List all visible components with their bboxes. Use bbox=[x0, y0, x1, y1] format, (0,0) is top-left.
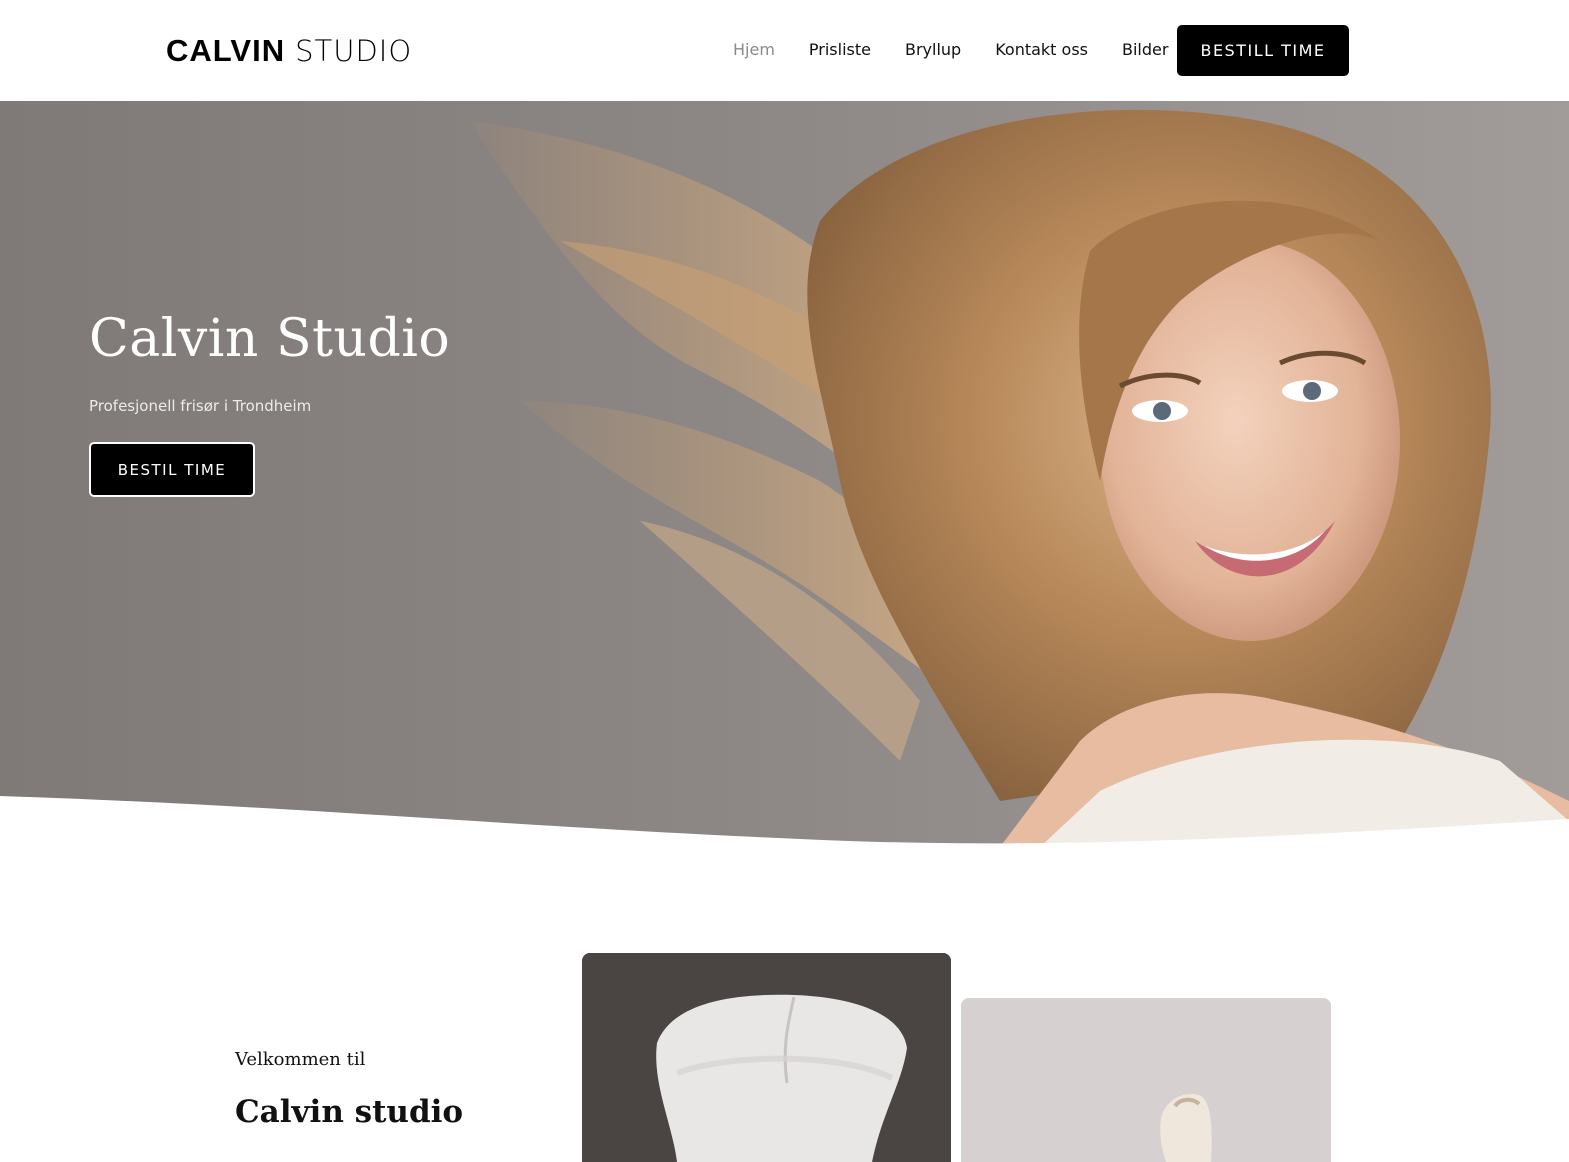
logo-light-text: STUDIO bbox=[295, 34, 413, 68]
main-nav: Hjem Prisliste Bryllup Kontakt oss Bilde… bbox=[733, 38, 1202, 62]
nav-item-bryllup[interactable]: Bryllup bbox=[905, 38, 961, 62]
nav-item-kontakt-oss[interactable]: Kontakt oss bbox=[995, 38, 1088, 62]
gallery-photo-blonde bbox=[961, 998, 1331, 1162]
nav-item-prisliste[interactable]: Prisliste bbox=[809, 38, 871, 62]
hero-title: Calvin Studio bbox=[89, 309, 451, 369]
site-logo[interactable]: CALVIN STUDIO bbox=[166, 32, 412, 70]
nav-item-bilder[interactable]: Bilder bbox=[1122, 38, 1168, 62]
intro-pre-title: Velkommen til bbox=[235, 1049, 366, 1070]
gallery-photo-haircut bbox=[582, 953, 951, 1162]
intro-title: Calvin studio bbox=[235, 1094, 464, 1130]
book-appointment-button[interactable]: BESTILL TIME bbox=[1177, 25, 1349, 76]
site-header: CALVIN STUDIO Hjem Prisliste Bryllup Kon… bbox=[0, 0, 1569, 101]
nav-item-hjem[interactable]: Hjem bbox=[733, 38, 775, 62]
hero-book-button[interactable]: BESTIL TIME bbox=[89, 442, 255, 497]
logo-bold-text: CALVIN bbox=[166, 33, 286, 68]
hero-section: Calvin Studio Profesjonell frisør i Tron… bbox=[0, 101, 1569, 847]
hero-subtitle: Profesjonell frisør i Trondheim bbox=[89, 397, 312, 415]
